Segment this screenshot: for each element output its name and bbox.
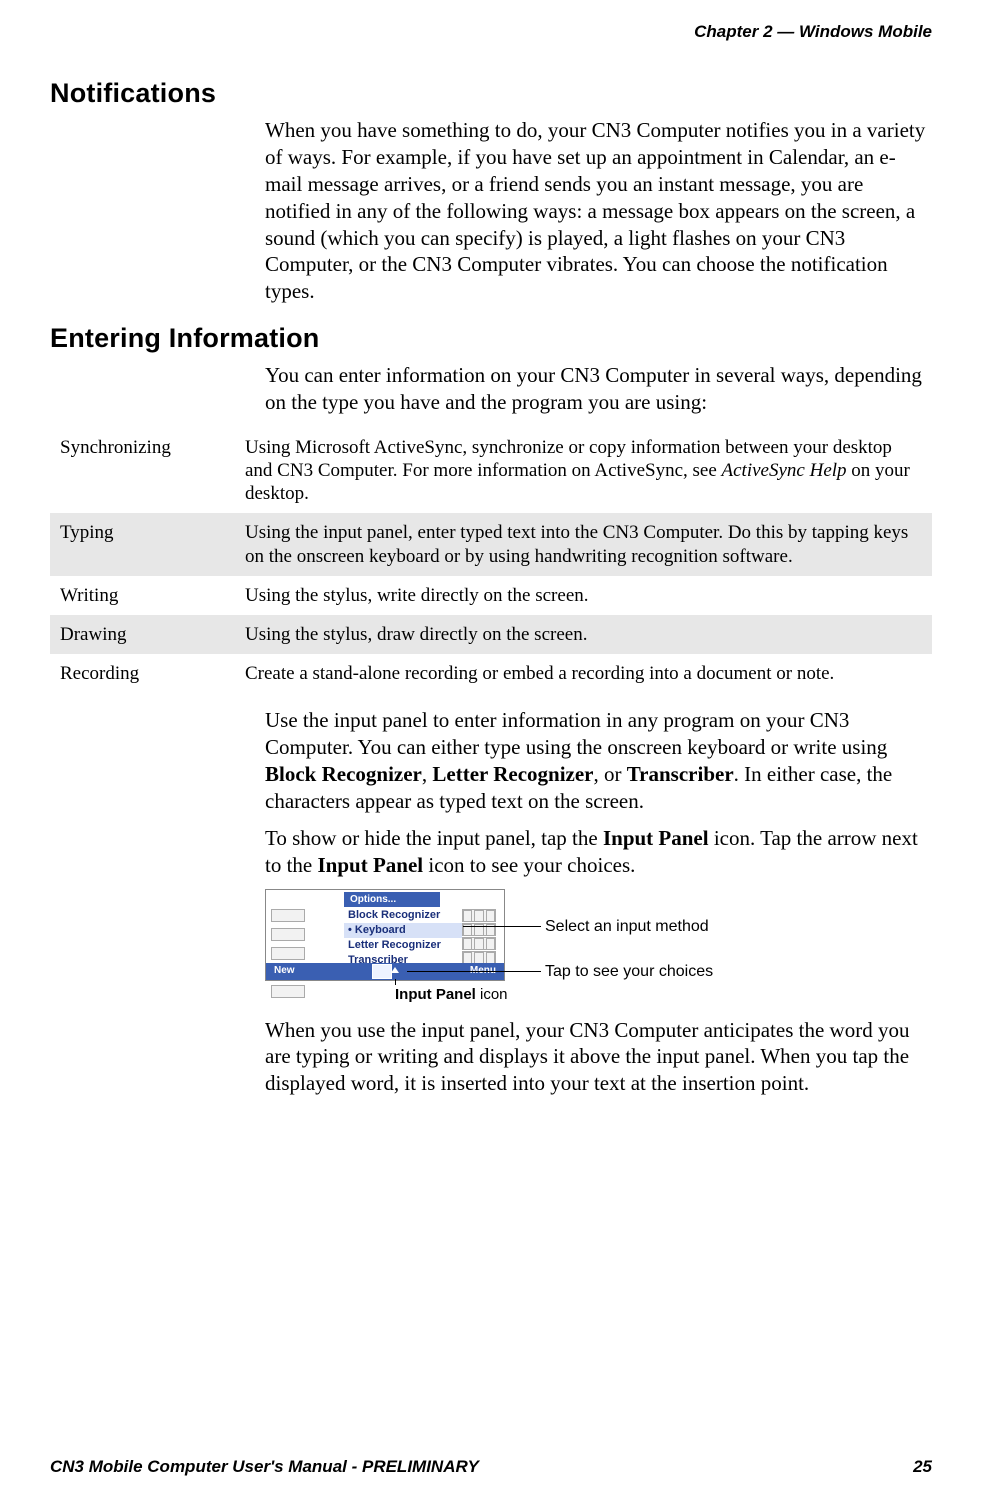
term-cell: Recording [50, 654, 235, 693]
bold-text: Block Recognizer [265, 762, 422, 786]
input-panel-figure: Options... Block Recognizer Keyboard Let… [265, 889, 926, 1009]
input-methods-table: Synchronizing Using Microsoft ActiveSync… [50, 428, 932, 693]
text: Use the input panel to enter information… [265, 708, 887, 759]
page-number: 25 [913, 1457, 932, 1477]
desc-cell: Using Microsoft ActiveSync, synchronize … [235, 428, 932, 514]
text: icon to see your choices. [423, 853, 635, 877]
softkey-new: New [274, 965, 295, 978]
text: , [422, 762, 433, 786]
callout-text: Select an input method [545, 918, 709, 935]
term-cell: Synchronizing [50, 428, 235, 514]
heading-notifications: Notifications [50, 78, 932, 109]
body-notifications: When you have something to do, your CN3 … [265, 117, 926, 305]
page: Chapter 2 — Windows Mobile Notifications… [0, 0, 982, 1503]
callout-select-method: Select an input method [545, 917, 709, 937]
text: , or [593, 762, 626, 786]
bold-text: Input Panel [603, 826, 709, 850]
table-row: Drawing Using the stylus, draw directly … [50, 615, 932, 654]
device-screenshot: Options... Block Recognizer Keyboard Let… [265, 889, 505, 981]
term-cell: Writing [50, 576, 235, 615]
right-key-column [462, 908, 498, 965]
desc-italic: ActiveSync Help [722, 460, 847, 481]
term-cell: Drawing [50, 615, 235, 654]
table-row: Writing Using the stylus, write directly… [50, 576, 932, 615]
caption-bold: Input Panel [395, 986, 476, 1003]
table-row: Recording Create a stand-alone recording… [50, 654, 932, 693]
heading-entering-information: Entering Information [50, 323, 932, 354]
menu-item: Block Recognizer [344, 908, 462, 923]
para-input-panel-desc: Use the input panel to enter information… [265, 707, 926, 815]
body-entering-rest: Use the input panel to enter information… [265, 707, 926, 1097]
bold-text: Letter Recognizer [432, 762, 593, 786]
menu-item-selected: Keyboard [344, 923, 462, 938]
footer-title: CN3 Mobile Computer User's Manual - PREL… [50, 1457, 479, 1477]
callout-text: Tap to see your choices [545, 963, 713, 980]
bold-text: Transcriber [627, 762, 734, 786]
left-key-column [270, 908, 306, 1003]
desc-cell: Using the stylus, draw directly on the s… [235, 615, 932, 654]
caption-input-panel-icon: Input Panel icon [395, 985, 508, 1004]
para-notifications: When you have something to do, your CN3 … [265, 117, 926, 305]
para-anticipate: When you use the input panel, your CN3 C… [265, 1017, 926, 1098]
page-footer: CN3 Mobile Computer User's Manual - PREL… [50, 1457, 932, 1477]
callout-tap-choices: Tap to see your choices [545, 962, 713, 982]
table-row: Typing Using the input panel, enter type… [50, 513, 932, 575]
input-method-menu: Block Recognizer Keyboard Letter Recogni… [344, 908, 462, 968]
para-entering-intro: You can enter information on your CN3 Co… [265, 362, 926, 416]
term-cell: Typing [50, 513, 235, 575]
arrow-up-icon [391, 967, 399, 973]
para-show-hide: To show or hide the input panel, tap the… [265, 825, 926, 879]
desc-cell: Create a stand-alone recording or embed … [235, 654, 932, 693]
input-panel-icon [372, 964, 392, 979]
caption-text: icon [476, 986, 508, 1003]
text: To show or hide the input panel, tap the [265, 826, 603, 850]
menu-item: Letter Recognizer [344, 938, 462, 953]
body-entering-intro: You can enter information on your CN3 Co… [265, 362, 926, 416]
desc-cell: Using the stylus, write directly on the … [235, 576, 932, 615]
running-header: Chapter 2 — Windows Mobile [50, 22, 932, 42]
table-row: Synchronizing Using Microsoft ActiveSync… [50, 428, 932, 514]
options-bar: Options... [344, 892, 440, 907]
desc-cell: Using the input panel, enter typed text … [235, 513, 932, 575]
bold-text: Input Panel [318, 853, 424, 877]
